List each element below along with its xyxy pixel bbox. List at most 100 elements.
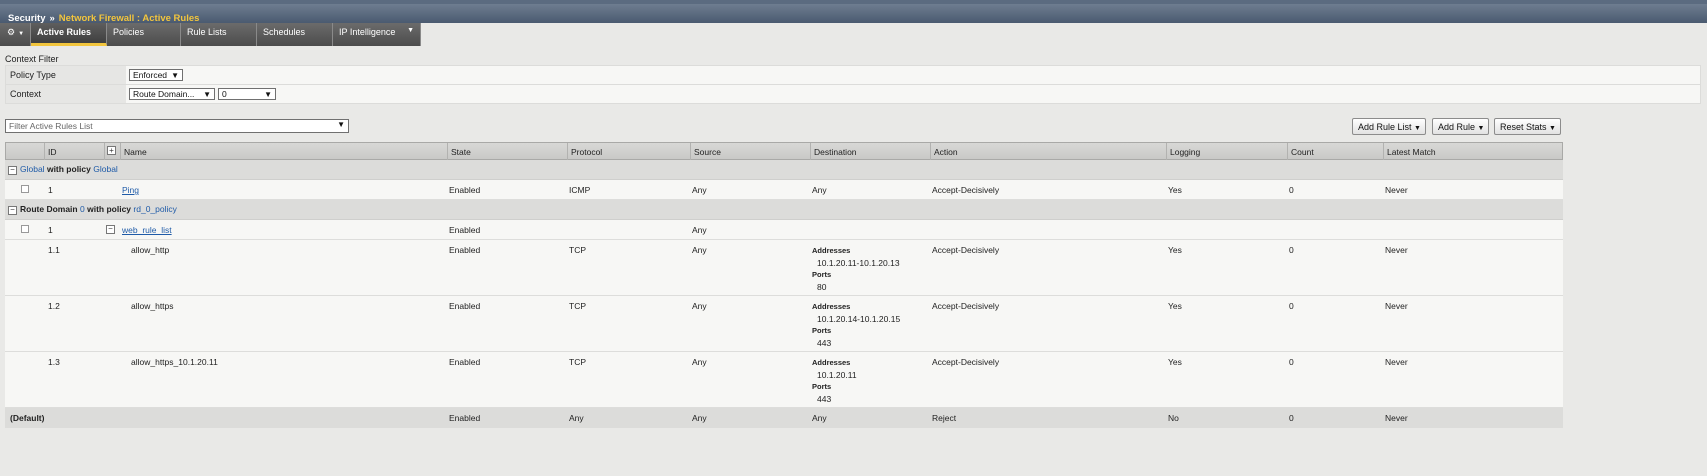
rule-name: allow_http — [131, 245, 170, 255]
rule-count: 0 — [1289, 357, 1294, 367]
tab-policies[interactable]: Policies — [107, 23, 181, 46]
policy-type-value: Enforced — [133, 70, 168, 80]
rule-source: Any — [692, 357, 707, 367]
collapse-icon[interactable]: − — [8, 206, 17, 215]
addresses-label: Addresses — [812, 302, 851, 311]
group-domain-link[interactable]: 0 — [80, 204, 85, 214]
ports-value: 443 — [817, 394, 832, 404]
ports-label: Ports — [812, 270, 832, 279]
gear-icon: ⚙ — [7, 27, 16, 37]
rule-count: 0 — [1289, 245, 1294, 255]
tab-ip-intelligence[interactable]: IP Intelligence ▼ — [333, 23, 421, 46]
addresses-value: 10.1.20.14-10.1.20.15 — [817, 314, 901, 324]
group-mid-text: with policy — [46, 164, 91, 174]
rule-protocol: TCP — [569, 301, 586, 311]
rule-source: Any — [692, 413, 707, 423]
tab-rule-lists[interactable]: Rule Lists — [181, 23, 257, 46]
context-id-select[interactable]: 0 ▼ — [218, 88, 276, 100]
group-policy-link[interactable]: Global — [93, 164, 118, 174]
rule-source: Any — [692, 185, 707, 195]
col-count[interactable]: Count — [1287, 143, 1383, 160]
chevron-down-icon: ▼ — [407, 27, 414, 34]
ports-label: Ports — [812, 326, 832, 335]
chevron-down-icon: ▼ — [1414, 125, 1421, 132]
gear-menu-button[interactable]: ⚙ ▼ — [0, 23, 31, 46]
add-rule-list-button[interactable]: Add Rule List ▼ — [1352, 118, 1426, 135]
rule-protocol: TCP — [569, 357, 586, 367]
dropdown-arrow-icon: ▼ — [203, 90, 211, 99]
group-policy-link[interactable]: rd_0_policy — [133, 204, 176, 214]
table-row[interactable]: 1.2 allow_https Enabled TCP Any Addresse… — [5, 296, 1563, 352]
col-protocol[interactable]: Protocol — [567, 143, 690, 160]
group-title: Route Domain 0 with policy rd_0_policy — [17, 200, 177, 214]
chevron-down-icon: ▼ — [1549, 125, 1556, 132]
col-latest-match[interactable]: Latest Match — [1383, 143, 1563, 160]
policy-type-row: Policy Type Enforced ▼ — [5, 65, 1701, 85]
table-row[interactable]: 1.1 allow_http Enabled TCP Any Addresses… — [5, 240, 1563, 296]
ports-value: 443 — [817, 338, 832, 348]
col-destination[interactable]: Destination — [810, 143, 930, 160]
tab-schedules[interactable]: Schedules — [257, 23, 333, 46]
col-logging[interactable]: Logging — [1166, 143, 1287, 160]
rule-destination: Addresses 10.1.20.11 Ports 443 — [809, 352, 857, 405]
table-row[interactable]: 1 Ping Enabled ICMP Any Any Accept-Decis… — [5, 180, 1563, 200]
rule-count: 0 — [1289, 185, 1294, 195]
col-source[interactable]: Source — [690, 143, 810, 160]
rule-latest-match: Never — [1385, 413, 1408, 423]
col-name[interactable]: Name — [120, 143, 447, 160]
rule-name: allow_https — [131, 301, 174, 311]
rule-name-link[interactable]: Ping — [119, 180, 139, 195]
table-row-default[interactable]: (Default) Enabled Any Any Any Reject No … — [5, 408, 1563, 428]
group-title: Global with policy Global — [17, 160, 118, 174]
rule-id: 1 — [48, 185, 53, 195]
collapse-icon[interactable]: − — [8, 166, 17, 175]
tab-active-rules[interactable]: Active Rules — [31, 23, 107, 46]
rule-state: Enabled — [449, 225, 481, 235]
rule-source: Any — [692, 225, 707, 235]
breadcrumb: Security» Network Firewall : Active Rules — [0, 0, 1707, 24]
filter-active-rules-input[interactable]: Filter Active Rules List ▼ — [5, 119, 349, 133]
dropdown-arrow-icon: ▼ — [337, 120, 345, 129]
rule-id: 1.2 — [48, 301, 60, 311]
expand-all-button[interactable]: + — [104, 143, 120, 160]
rule-protocol: Any — [569, 413, 584, 423]
context-select[interactable]: Route Domain... ▼ — [129, 88, 215, 100]
group-row-route-domain: − Route Domain 0 with policy rd_0_policy — [5, 200, 1563, 220]
add-rule-button[interactable]: Add Rule ▼ — [1432, 118, 1489, 135]
rule-id: 1.3 — [48, 357, 60, 367]
rule-name: (Default) — [10, 413, 45, 423]
row-checkbox[interactable] — [21, 225, 29, 233]
add-rule-list-label: Add Rule List — [1358, 122, 1412, 132]
plus-icon: + — [107, 146, 116, 155]
collapse-icon[interactable]: − — [106, 225, 115, 234]
addresses-value: 10.1.20.11-10.1.20.13 — [817, 258, 900, 268]
table-header: ID + Name State Protocol Source Destinat… — [5, 142, 1563, 160]
rule-logging: Yes — [1168, 185, 1182, 195]
rule-logging: Yes — [1168, 357, 1182, 367]
reset-stats-button[interactable]: Reset Stats ▼ — [1494, 118, 1561, 135]
add-rule-label: Add Rule — [1438, 122, 1476, 132]
row-checkbox[interactable] — [21, 185, 29, 193]
table-row[interactable]: 1.3 allow_https_10.1.20.11 Enabled TCP A… — [5, 352, 1563, 408]
col-action[interactable]: Action — [930, 143, 1166, 160]
rule-list-name-link[interactable]: web_rule_list — [119, 220, 172, 235]
chevron-down-icon: ▼ — [18, 31, 25, 37]
rule-logging: Yes — [1168, 245, 1182, 255]
rule-destination: Any — [812, 413, 827, 423]
table-row[interactable]: 1 − web_rule_list Enabled Any — [5, 220, 1563, 240]
tab-ip-intelligence-label: IP Intelligence — [339, 27, 396, 37]
context-id-value: 0 — [222, 89, 227, 99]
group-prefix: Route Domain — [20, 204, 78, 214]
rule-id: 1 — [48, 225, 53, 235]
group-mid-text: with policy — [87, 204, 132, 214]
group-prefix: Global — [20, 164, 45, 174]
col-id[interactable]: ID — [44, 143, 104, 160]
policy-type-label: Policy Type — [6, 66, 126, 84]
policy-type-select[interactable]: Enforced ▼ — [129, 69, 183, 81]
addresses-label: Addresses — [812, 246, 851, 255]
col-state[interactable]: State — [447, 143, 567, 160]
rule-id: 1.1 — [48, 245, 60, 255]
rule-state: Enabled — [449, 245, 481, 255]
rule-state: Enabled — [449, 413, 481, 423]
rule-destination: Addresses 10.1.20.14-10.1.20.15 Ports 44… — [809, 296, 900, 349]
